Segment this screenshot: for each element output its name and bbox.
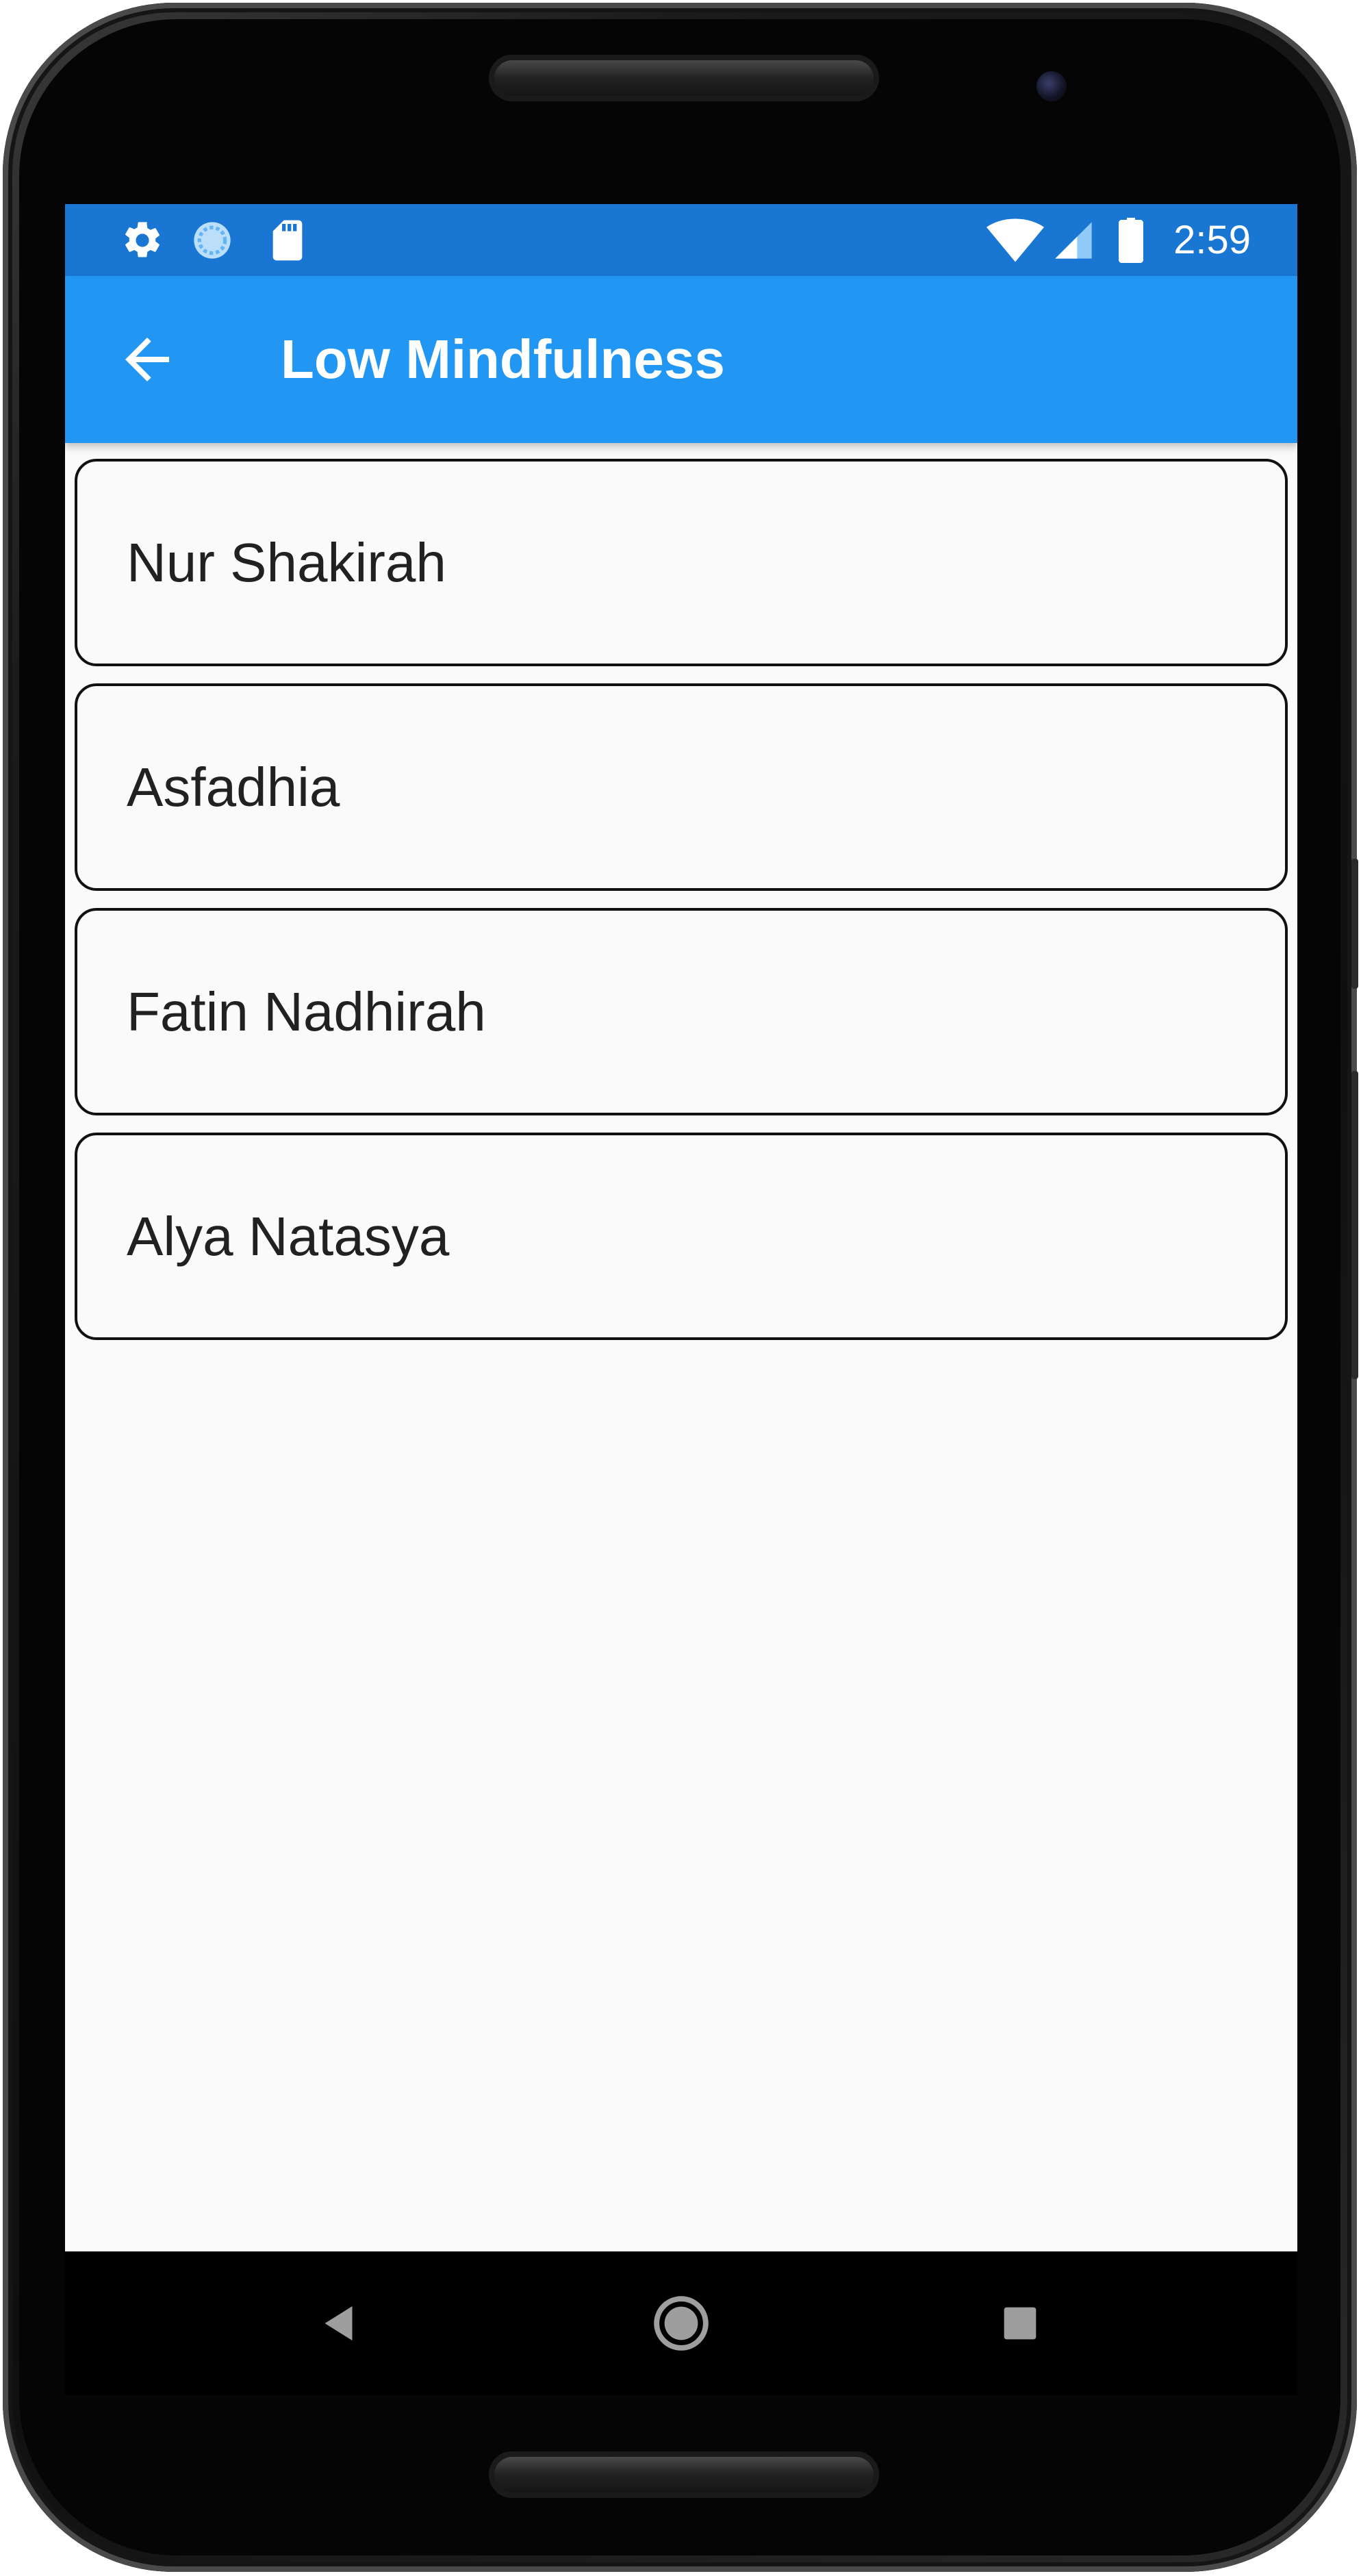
sd-card-icon [264,216,311,264]
nav-home-button[interactable] [637,2279,726,2368]
page-title: Low Mindfulness [281,329,725,390]
volume-button [1351,859,1358,989]
app-bar: Low Mindfulness [65,276,1297,443]
app-screen: 2:59 Low Mindfulness Nur Shakirah Asfadh… [65,204,1297,2251]
power-button [1351,1071,1358,1379]
list-item[interactable]: Fatin Nadhirah [75,908,1288,1115]
list-item[interactable]: Nur Shakirah [75,459,1288,666]
front-camera [1036,71,1067,101]
home-circle-icon [654,2296,709,2351]
list-item[interactable]: Asfadhia [75,683,1288,891]
battery-icon [1114,216,1148,264]
back-button[interactable] [106,318,188,401]
list-item[interactable]: Alya Natasya [75,1133,1288,1340]
list-item-label: Asfadhia [127,757,340,818]
gear-icon [118,216,166,264]
top-speaker-grille [489,55,879,101]
recents-square-icon [1004,2307,1036,2340]
list-item-label: Fatin Nadhirah [127,981,486,1042]
sync-circle-icon [188,216,236,264]
bottom-speaker-grille [489,2451,879,2498]
nav-back-button[interactable] [296,2279,385,2368]
status-bar: 2:59 [65,204,1297,276]
list-item-label: Alya Natasya [127,1206,450,1267]
wifi-icon [986,216,1045,264]
arrow-back-icon [125,338,169,381]
status-time: 2:59 [1173,218,1251,262]
nav-recents-button[interactable] [976,2279,1065,2368]
system-nav-bar [65,2251,1297,2395]
list-item-label: Nur Shakirah [127,532,446,593]
cell-signal-icon [1050,216,1097,264]
back-triangle-icon [325,2306,353,2340]
student-list: Nur Shakirah Asfadhia Fatin Nadhirah Aly… [75,459,1288,1357]
